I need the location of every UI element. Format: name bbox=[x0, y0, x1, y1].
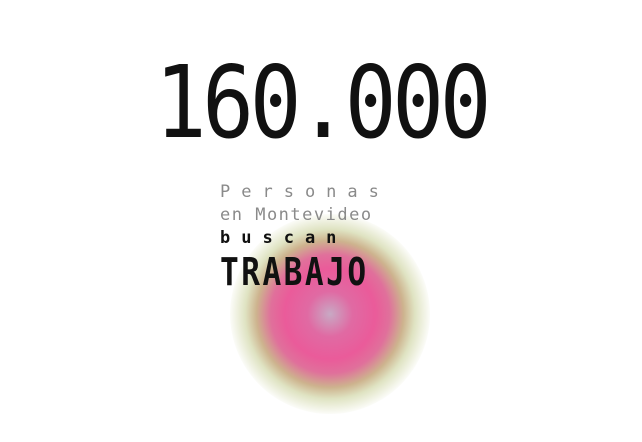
caption-line-buscan: buscan bbox=[220, 228, 348, 248]
page: 160.000 Personas en Montevideo buscan TR… bbox=[0, 0, 642, 442]
caption-line-personas: Personas bbox=[220, 182, 390, 202]
caption-line-trabajo: TRABAJO bbox=[220, 250, 369, 294]
headline-number: 160.000 bbox=[154, 44, 492, 161]
caption-line-montevideo: en Montevideo bbox=[220, 205, 373, 225]
caption-block: Personas en Montevideo buscan TRABAJO bbox=[220, 181, 450, 295]
